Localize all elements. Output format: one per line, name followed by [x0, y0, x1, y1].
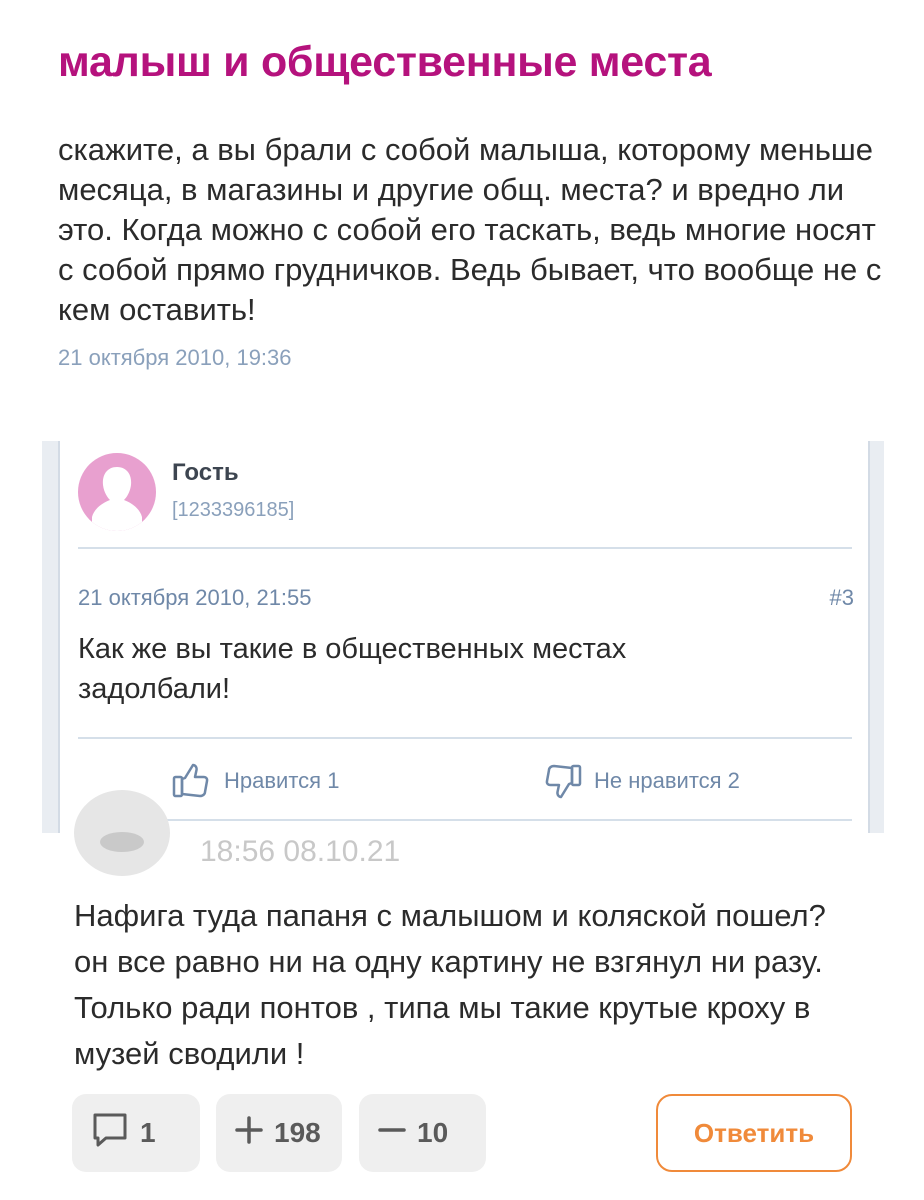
dislike-button[interactable]: Не нравится 2	[542, 763, 740, 799]
comment-bubble-icon	[90, 1111, 130, 1156]
dislike-label: Не нравится 2	[594, 768, 740, 793]
thumbs-up-icon	[172, 763, 212, 799]
reply-time: 18:56 08.10.21	[200, 835, 401, 868]
post-text: скажите, а вы брали с собой малыша, кото…	[58, 132, 882, 327]
divider	[78, 547, 852, 549]
plus-button[interactable]: 198	[216, 1094, 342, 1172]
like-label: Нравится 1	[224, 768, 340, 793]
plus-icon	[234, 1115, 264, 1152]
minus-count: 10	[417, 1117, 449, 1148]
reply-button[interactable]: Ответить	[656, 1094, 852, 1172]
comment-screenshot: Гость [1233396185] 21 октября 2010, 21:5…	[42, 441, 884, 833]
divider	[78, 819, 852, 821]
comment-author[interactable]: Гость	[172, 459, 239, 487]
user-silhouette-icon[interactable]	[78, 453, 156, 531]
minus-icon	[377, 1115, 407, 1152]
reply-avatar[interactable]	[74, 790, 170, 876]
comment-date: 21 октября 2010, 21:55	[78, 585, 312, 610]
comment-text: Как же вы такие в общественных местах за…	[78, 633, 627, 705]
comment-card: Гость [1233396185] 21 октября 2010, 21:5…	[58, 441, 870, 833]
comment-number[interactable]: #3	[830, 585, 854, 611]
divider	[78, 737, 852, 739]
post-title: малыш и общественные места	[58, 38, 712, 86]
reply-text: Нафига туда папаня с малышом и коляской …	[74, 898, 826, 1071]
comments-button[interactable]: 1	[72, 1094, 200, 1172]
like-button[interactable]: Нравится 1	[172, 763, 339, 799]
comment-author-id: [1233396185]	[172, 499, 295, 521]
minus-button[interactable]: 10	[359, 1094, 486, 1172]
plus-count: 198	[274, 1117, 321, 1148]
post-date: 21 октября 2010, 19:36	[58, 345, 292, 370]
thumbs-down-icon	[542, 763, 582, 799]
comments-count: 1	[140, 1117, 156, 1148]
